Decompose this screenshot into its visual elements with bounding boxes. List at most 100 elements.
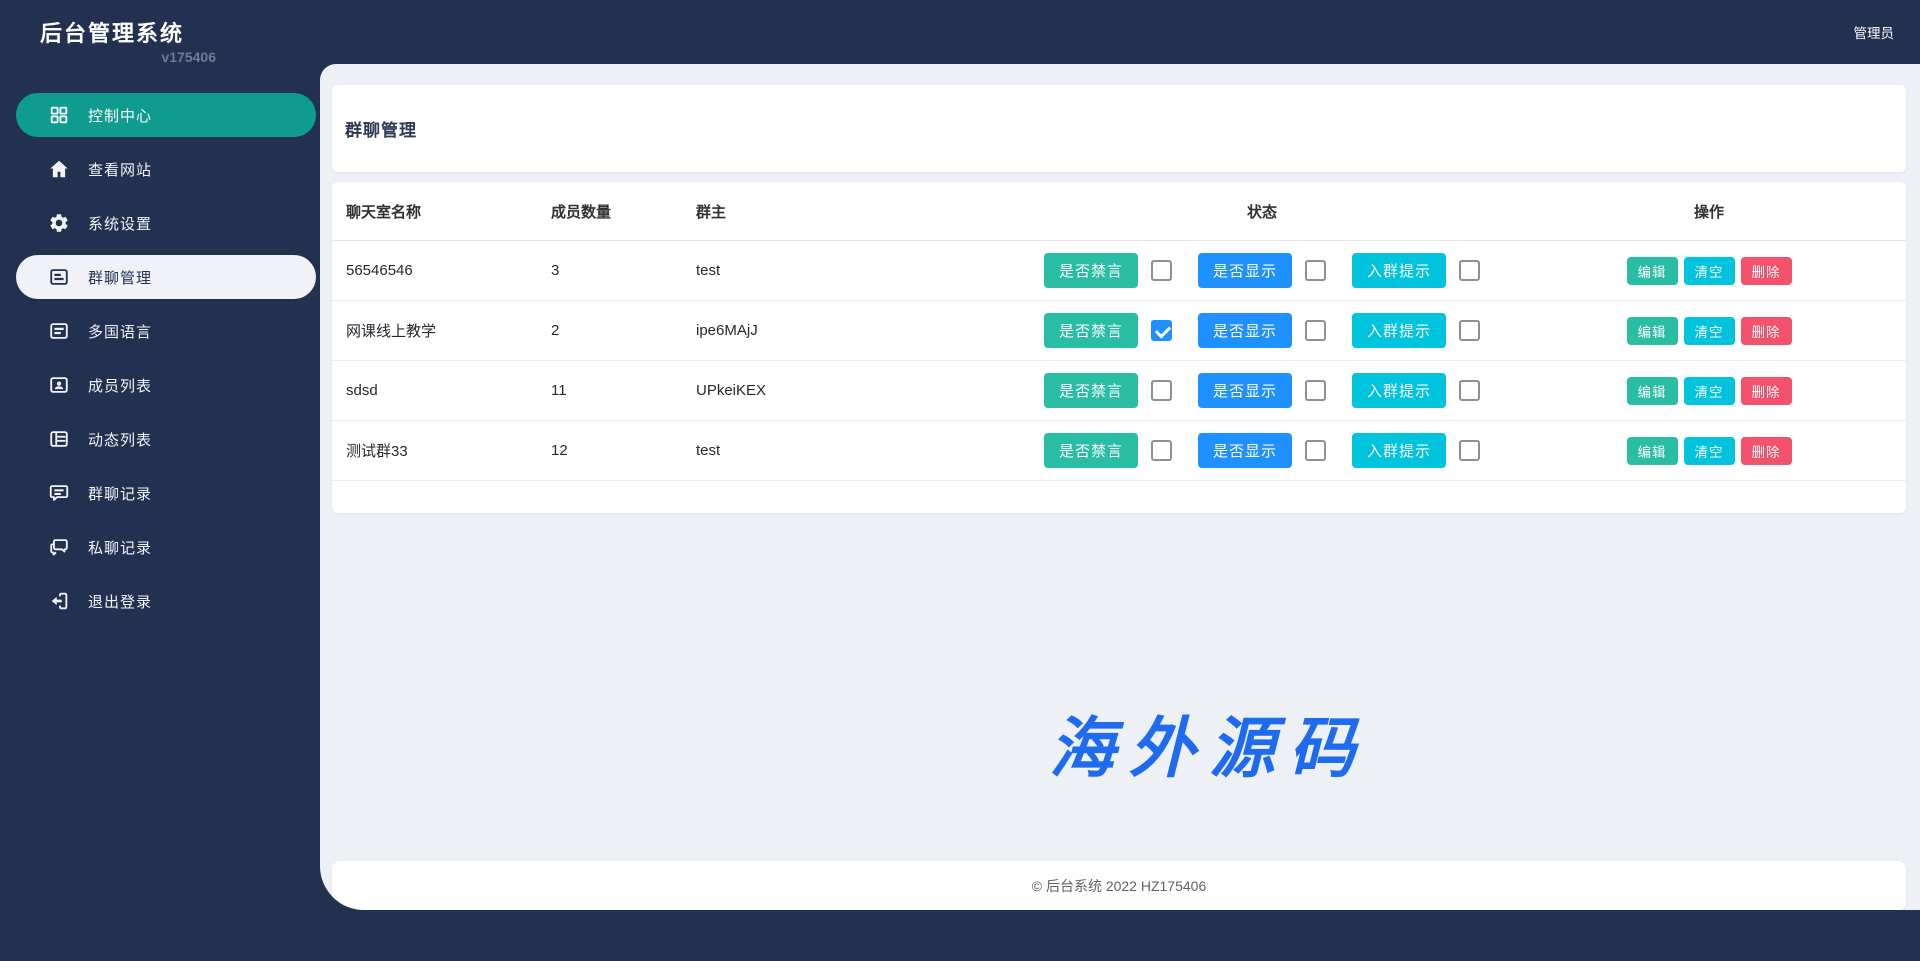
action-buttons: 编辑 清空 删除 [1526, 316, 1892, 345]
admin-user-label[interactable]: 管理员 [1854, 22, 1895, 42]
display-toggle-checkbox[interactable] [1305, 380, 1326, 401]
sidebar-item-label: 群聊管理 [88, 269, 153, 287]
edit-button[interactable]: 编辑 [1626, 316, 1678, 345]
mute-toggle-button[interactable]: 是否禁言 [1044, 373, 1138, 408]
members-icon [48, 374, 70, 396]
join-tip-toggle-button[interactable]: 入群提示 [1352, 313, 1446, 348]
member-count-cell: 12 [537, 420, 682, 481]
owner-cell: test [682, 240, 1012, 301]
chatroom-name-cell: 网课线上教学 [332, 300, 537, 361]
status-controls: 是否禁言 是否显示 入群提示 [1026, 313, 1498, 348]
mute-toggle-checkbox[interactable] [1151, 260, 1172, 281]
sidebar-item-3[interactable]: 群聊管理 [16, 255, 316, 299]
join-tip-toggle-group: 入群提示 [1352, 313, 1480, 348]
clear-button[interactable]: 清空 [1683, 316, 1735, 345]
mute-toggle-checkbox[interactable] [1151, 320, 1172, 341]
member-count-cell: 11 [537, 360, 682, 421]
sidebar-item-2[interactable]: 系统设置 [16, 201, 316, 245]
column-header-0: 聊天室名称 [332, 182, 537, 241]
column-header-3: 状态 [1012, 182, 1512, 241]
join-tip-toggle-checkbox[interactable] [1459, 380, 1480, 401]
join-tip-toggle-button[interactable]: 入群提示 [1352, 433, 1446, 468]
gear-icon [48, 212, 70, 234]
footer-copyright: © 后台系统 2022 HZ175406 [1031, 877, 1207, 894]
column-header-2: 群主 [682, 182, 1012, 241]
edit-button[interactable]: 编辑 [1626, 256, 1678, 285]
sidebar-item-6[interactable]: 动态列表 [16, 417, 316, 461]
delete-button[interactable]: 删除 [1740, 436, 1792, 465]
page-title-card: 群聊管理 [332, 85, 1906, 172]
watermark-text: 海外源码 [1049, 709, 1369, 787]
join-tip-toggle-checkbox[interactable] [1459, 260, 1480, 281]
owner-cell: ipe6MAjJ [682, 300, 1012, 361]
mute-toggle-button[interactable]: 是否禁言 [1044, 433, 1138, 468]
owner-cell: test [682, 420, 1012, 481]
join-tip-toggle-checkbox[interactable] [1459, 440, 1480, 461]
clear-button[interactable]: 清空 [1683, 436, 1735, 465]
sidebar-item-label: 查看网站 [88, 161, 153, 179]
action-buttons: 编辑 清空 删除 [1526, 436, 1892, 465]
sidebar-item-1[interactable]: 查看网站 [16, 147, 316, 191]
mute-toggle-checkbox[interactable] [1151, 380, 1172, 401]
join-tip-toggle-button[interactable]: 入群提示 [1352, 373, 1446, 408]
group-chat-table: 聊天室名称 成员数量 群主 状态 操作 56546546 3 test 是否禁言 是否显示 入群提… [332, 182, 1906, 481]
column-header-1: 成员数量 [537, 182, 682, 241]
display-toggle-button[interactable]: 是否显示 [1198, 313, 1292, 348]
display-toggle-button[interactable]: 是否显示 [1198, 373, 1292, 408]
sidebar-item-8[interactable]: 私聊记录 [16, 525, 316, 569]
display-toggle-group: 是否显示 [1198, 253, 1326, 288]
action-buttons: 编辑 清空 删除 [1526, 376, 1892, 405]
sidebar-item-4[interactable]: 多国语言 [16, 309, 316, 353]
home-icon [48, 158, 70, 180]
member-count-cell: 3 [537, 240, 682, 301]
chatroom-name-cell: 测试群33 [332, 420, 537, 481]
mute-toggle-button[interactable]: 是否禁言 [1044, 253, 1138, 288]
private-chat-log-icon [48, 536, 70, 558]
edit-button[interactable]: 编辑 [1626, 436, 1678, 465]
mute-toggle-button[interactable]: 是否禁言 [1044, 313, 1138, 348]
page-title: 群聊管理 [345, 121, 417, 140]
actions-cell: 编辑 清空 删除 [1512, 420, 1906, 481]
mute-toggle-checkbox[interactable] [1151, 440, 1172, 461]
sidebar-item-label: 私聊记录 [88, 539, 153, 557]
actions-cell: 编辑 清空 删除 [1512, 360, 1906, 421]
status-cell: 是否禁言 是否显示 入群提示 [1012, 240, 1512, 301]
display-toggle-checkbox[interactable] [1305, 440, 1326, 461]
sidebar-item-label: 多国语言 [88, 323, 153, 341]
group-chat-log-icon [48, 482, 70, 504]
sidebar-item-0[interactable]: 控制中心 [16, 93, 316, 137]
sidebar-item-9[interactable]: 退出登录 [16, 579, 316, 623]
mute-toggle-group: 是否禁言 [1044, 433, 1172, 468]
actions-cell: 编辑 清空 删除 [1512, 300, 1906, 361]
clear-button[interactable]: 清空 [1683, 376, 1735, 405]
sidebar-item-7[interactable]: 群聊记录 [16, 471, 316, 515]
app-version: v175406 [161, 49, 216, 65]
status-controls: 是否禁言 是否显示 入群提示 [1026, 373, 1498, 408]
status-controls: 是否禁言 是否显示 入群提示 [1026, 253, 1498, 288]
sidebar-item-label: 系统设置 [88, 215, 153, 233]
sidebar-item-5[interactable]: 成员列表 [16, 363, 316, 407]
display-toggle-button[interactable]: 是否显示 [1198, 433, 1292, 468]
delete-button[interactable]: 删除 [1740, 316, 1792, 345]
join-tip-toggle-button[interactable]: 入群提示 [1352, 253, 1446, 288]
display-toggle-checkbox[interactable] [1305, 320, 1326, 341]
table-header-row: 聊天室名称 成员数量 群主 状态 操作 [332, 182, 1906, 241]
mute-toggle-group: 是否禁言 [1044, 313, 1172, 348]
clear-button[interactable]: 清空 [1683, 256, 1735, 285]
join-tip-toggle-checkbox[interactable] [1459, 320, 1480, 341]
table-body: 56546546 3 test 是否禁言 是否显示 入群提示 编辑 清空 删除 网课线上教学 2 ip… [332, 240, 1906, 481]
group-chat-table-card: 聊天室名称 成员数量 群主 状态 操作 56546546 3 test 是否禁言 是否显示 入群提… [332, 182, 1906, 513]
top-header-bar: 管理员 [320, 0, 1920, 64]
sidebar-item-label: 动态列表 [88, 431, 153, 449]
display-toggle-checkbox[interactable] [1305, 260, 1326, 281]
delete-button[interactable]: 删除 [1740, 256, 1792, 285]
delete-button[interactable]: 删除 [1740, 376, 1792, 405]
mute-toggle-group: 是否禁言 [1044, 253, 1172, 288]
owner-cell: UPkeiKEX [682, 360, 1012, 421]
sidebar-item-label: 控制中心 [88, 107, 153, 125]
edit-button[interactable]: 编辑 [1626, 376, 1678, 405]
join-tip-toggle-group: 入群提示 [1352, 253, 1480, 288]
display-toggle-button[interactable]: 是否显示 [1198, 253, 1292, 288]
main-content: 群聊管理 聊天室名称 成员数量 群主 状态 操作 56546546 3 test 是否禁言 是否… [320, 64, 1920, 910]
display-toggle-group: 是否显示 [1198, 313, 1326, 348]
